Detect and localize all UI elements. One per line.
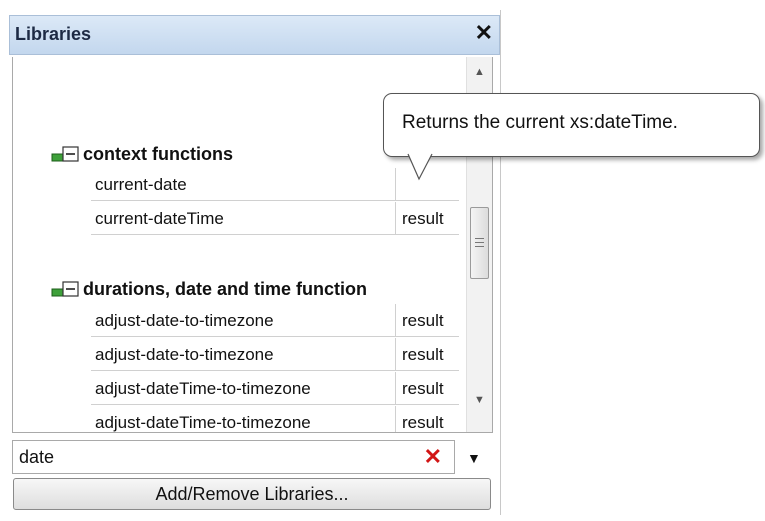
- add-remove-libraries-button[interactable]: Add/Remove Libraries...: [13, 478, 491, 510]
- function-name: adjust-date-to-timezone: [91, 338, 396, 371]
- result-label: result: [396, 338, 459, 371]
- list-item[interactable]: adjust-date-to-timezone result: [91, 338, 459, 372]
- list-item[interactable]: adjust-dateTime-to-timezone result: [91, 406, 459, 432]
- scrollbar-thumb[interactable]: [470, 207, 489, 279]
- close-icon[interactable]: ✕: [475, 22, 493, 44]
- tooltip-pointer: [407, 153, 433, 181]
- tooltip: Returns the current xs:dateTime.: [383, 93, 760, 157]
- scroll-down-arrow-icon[interactable]: ▼: [467, 387, 492, 413]
- tooltip-text: Returns the current xs:dateTime.: [402, 112, 678, 133]
- scroll-up-arrow-icon[interactable]: ▲: [467, 59, 492, 85]
- panel-title: Libraries: [15, 24, 92, 44]
- group-label: context functions: [83, 143, 234, 164]
- libraries-panel: Libraries ✕ context functions current-da…: [9, 10, 501, 515]
- list-item[interactable]: current-dateTime result: [91, 202, 459, 236]
- function-name: adjust-dateTime-to-timezone: [91, 372, 396, 405]
- function-group-icon: [51, 281, 79, 297]
- dropdown-arrow-icon[interactable]: ▼: [467, 450, 481, 466]
- function-name: current-date: [91, 168, 396, 201]
- function-name: adjust-dateTime-to-timezone: [91, 406, 396, 432]
- list-item[interactable]: adjust-dateTime-to-timezone result: [91, 372, 459, 406]
- result-label: result: [396, 372, 459, 405]
- panel-titlebar: Libraries ✕: [9, 15, 500, 55]
- function-group-icon: [51, 146, 79, 162]
- search-value: date: [19, 447, 55, 467]
- result-label: result: [396, 304, 459, 337]
- group-header-context-functions[interactable]: context functions: [51, 140, 233, 168]
- list-item[interactable]: adjust-date-to-timezone result: [91, 304, 459, 338]
- clear-icon[interactable]: ✕: [424, 444, 442, 470]
- search-input[interactable]: date ✕: [12, 440, 455, 474]
- result-label: result: [396, 406, 459, 432]
- group-header-durations-date-time[interactable]: durations, date and time function: [51, 275, 367, 303]
- function-name: current-dateTime: [91, 202, 396, 235]
- function-name: adjust-date-to-timezone: [91, 304, 396, 337]
- group-label: durations, date and time function: [83, 278, 368, 299]
- result-label: result: [396, 202, 459, 235]
